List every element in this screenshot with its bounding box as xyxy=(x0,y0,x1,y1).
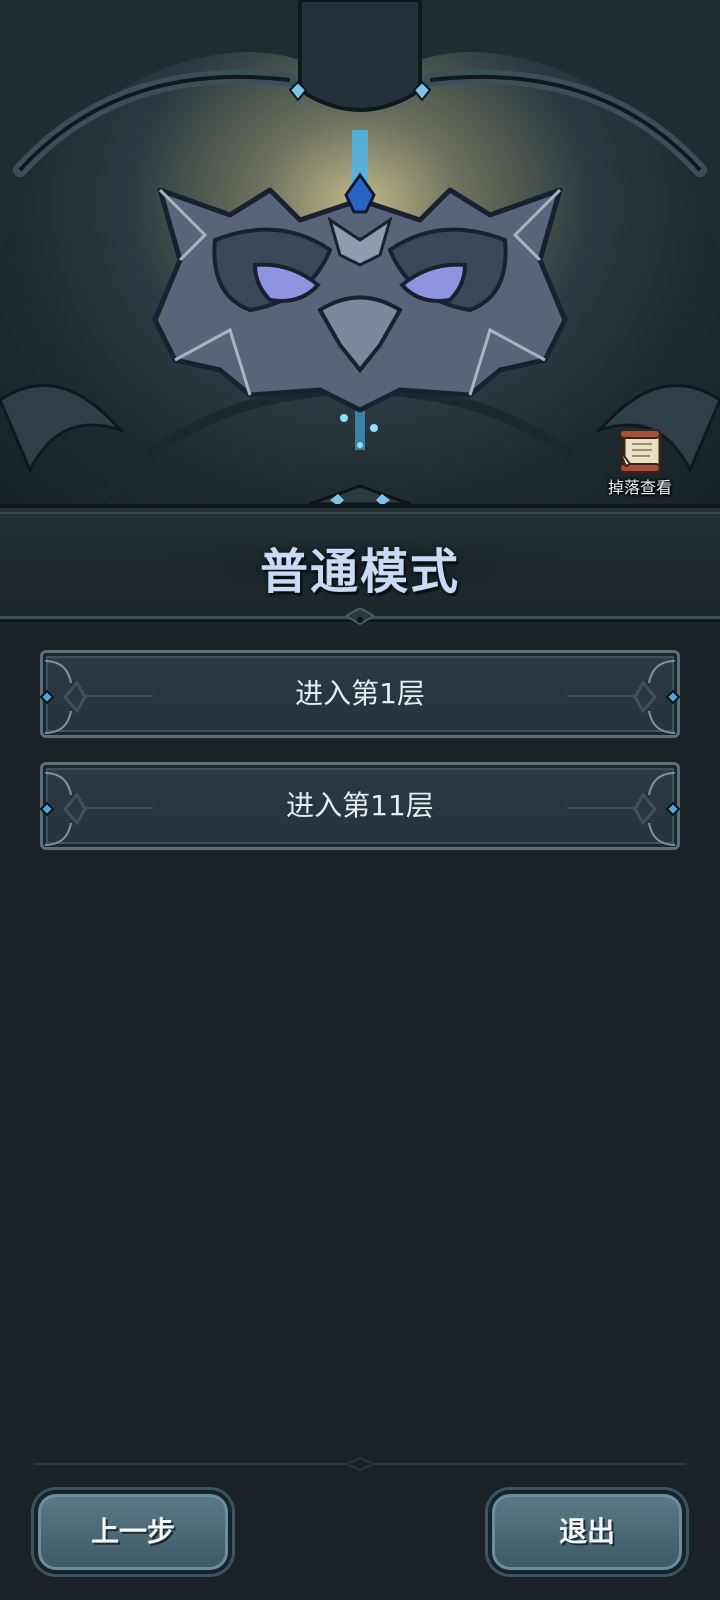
band-center-ornament xyxy=(346,608,374,626)
divider-ornament xyxy=(344,1456,376,1472)
floor-button-label: 进入第1层 xyxy=(295,677,425,710)
floor-button-label: 进入第11层 xyxy=(286,789,434,822)
exit-button[interactable]: 退出 xyxy=(488,1490,686,1574)
boss-banner: 掉落查看 xyxy=(0,0,720,510)
back-button[interactable]: 上一步 xyxy=(34,1490,232,1574)
drop-view-label: 掉落查看 xyxy=(607,478,672,497)
enter-floor-1-button[interactable]: 进入第1层 xyxy=(39,650,681,738)
back-button-label: 上一步 xyxy=(90,1515,175,1548)
drop-view-button[interactable]: 掉落查看 xyxy=(600,428,680,498)
mode-title-band: 普通模式 xyxy=(0,504,720,628)
enter-floor-11-button[interactable]: 进入第11层 xyxy=(39,762,681,850)
band-top-rule xyxy=(0,512,720,514)
scroll-quill-icon xyxy=(617,429,662,473)
mode-title: 普通模式 xyxy=(259,544,460,600)
exit-button-label: 退出 xyxy=(558,1515,615,1548)
